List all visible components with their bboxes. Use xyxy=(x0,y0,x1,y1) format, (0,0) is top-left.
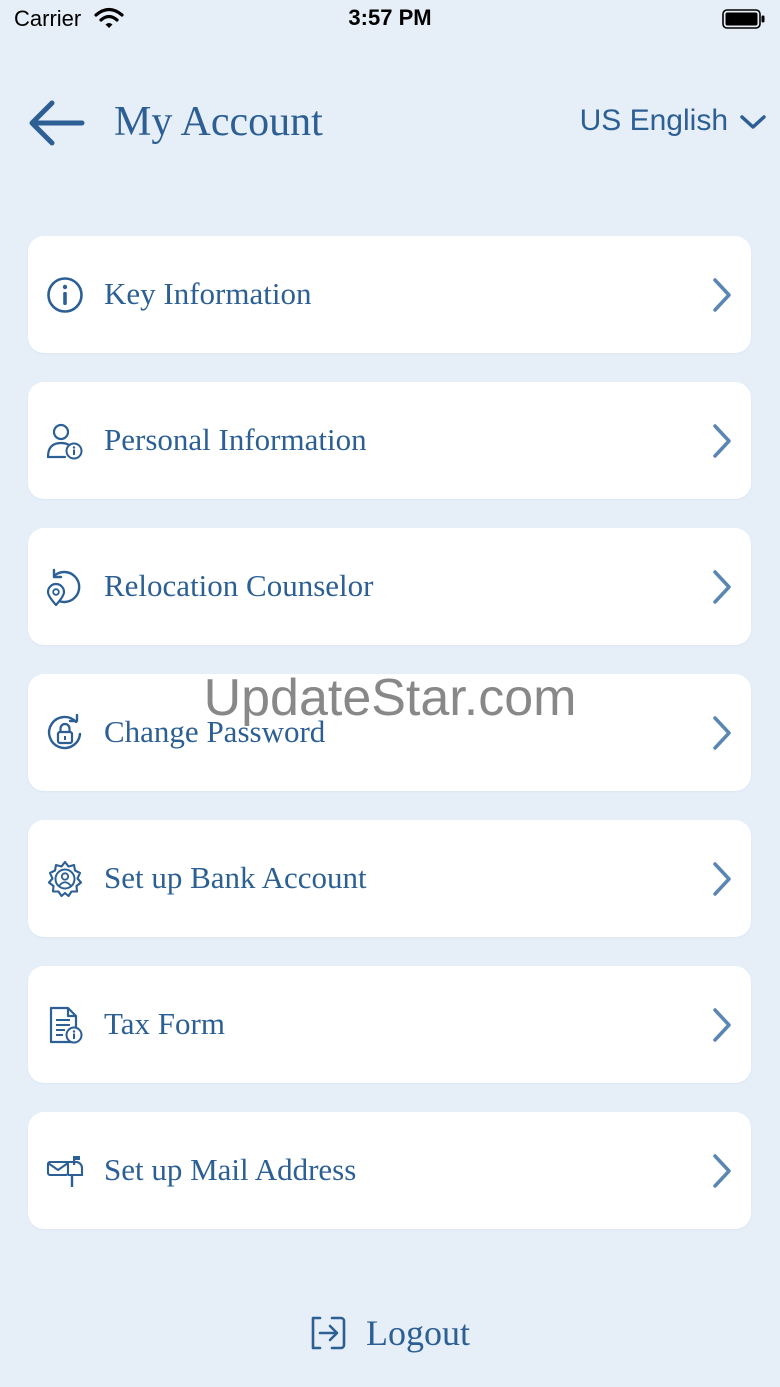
chevron-right-icon xyxy=(713,1154,731,1188)
menu-item-label: Key Information xyxy=(104,276,312,311)
menu-item-label: Tax Form xyxy=(104,1006,225,1041)
menu-item-key-information[interactable]: Key Information xyxy=(28,236,751,353)
chevron-right-icon xyxy=(713,278,731,312)
arrow-left-icon xyxy=(29,100,85,146)
page-title: My Account xyxy=(114,99,323,145)
mailbox-icon xyxy=(46,1156,84,1187)
language-selector[interactable]: US English xyxy=(580,104,766,138)
logout-label: Logout xyxy=(366,1313,470,1353)
account-menu: Key Information Personal Information Rel… xyxy=(28,236,751,1258)
user-info-icon xyxy=(46,423,83,460)
clock-time: 3:57 PM xyxy=(348,5,432,30)
menu-item-change-password[interactable]: Change Password xyxy=(28,674,751,791)
chevron-right-icon xyxy=(713,1008,731,1042)
status-bar: Carrier 3:57 PM xyxy=(0,0,780,40)
chevron-right-icon xyxy=(713,424,731,458)
logout-icon xyxy=(311,1316,346,1350)
chevron-down-icon xyxy=(740,115,766,129)
battery-icon xyxy=(722,9,766,34)
document-icon xyxy=(49,1006,83,1044)
relocation-pin-icon xyxy=(46,568,81,606)
gear-user-icon xyxy=(47,860,83,898)
lock-refresh-icon xyxy=(47,714,82,750)
back-button[interactable] xyxy=(24,96,88,150)
menu-item-label: Set up Mail Address xyxy=(104,1152,357,1187)
chevron-right-icon xyxy=(713,570,731,604)
menu-item-personal-information[interactable]: Personal Information xyxy=(28,382,751,499)
menu-item-label: Relocation Counselor xyxy=(104,568,374,603)
menu-item-bank-account[interactable]: Set up Bank Account xyxy=(28,820,751,937)
header: My Account US English xyxy=(0,90,780,160)
menu-item-tax-form[interactable]: Tax Form xyxy=(28,966,751,1083)
info-icon xyxy=(47,277,83,313)
chevron-right-icon xyxy=(713,862,731,896)
menu-item-relocation-counselor[interactable]: Relocation Counselor xyxy=(28,528,751,645)
menu-item-label: Personal Information xyxy=(104,422,367,457)
language-label: US English xyxy=(579,104,728,137)
menu-item-label: Change Password xyxy=(104,714,326,749)
menu-item-mail-address[interactable]: Set up Mail Address xyxy=(28,1112,751,1229)
logout-button[interactable]: Logout xyxy=(0,1312,780,1354)
menu-item-label: Set up Bank Account xyxy=(104,860,367,895)
chevron-right-icon xyxy=(713,716,731,750)
